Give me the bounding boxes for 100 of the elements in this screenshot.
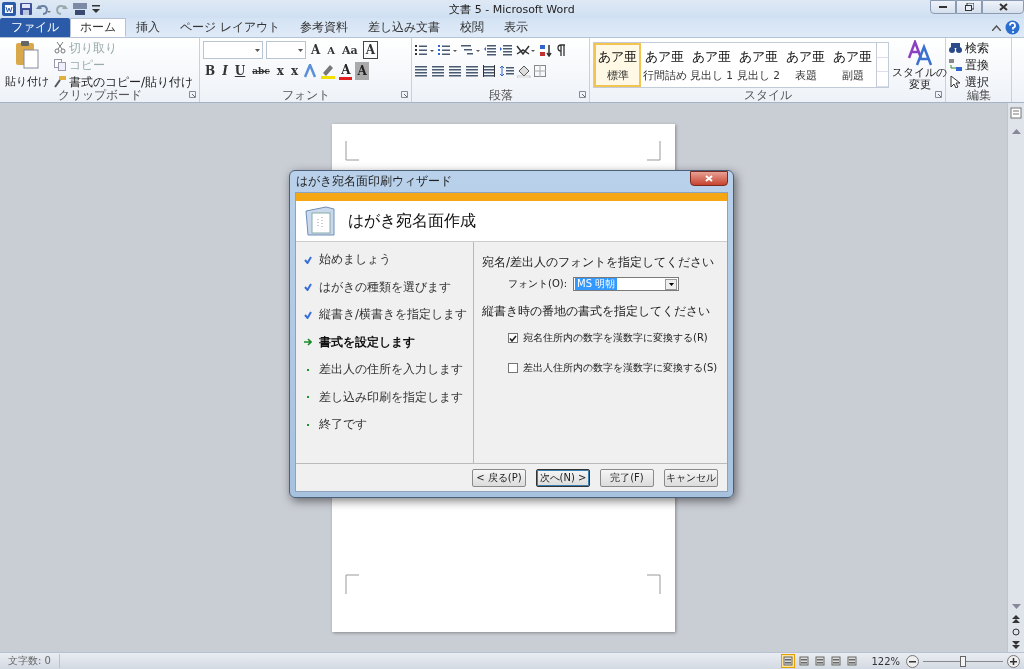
- next-page-icon[interactable]: [1012, 641, 1020, 649]
- ribbon-tab[interactable]: ホーム: [70, 18, 126, 37]
- word-logo-icon[interactable]: [2, 2, 16, 16]
- superscript-button[interactable]: x: [289, 62, 301, 80]
- strikethrough-button[interactable]: abc: [250, 62, 272, 80]
- change-case-button[interactable]: Aa: [340, 41, 360, 59]
- ribbon-tab[interactable]: 挿入: [126, 18, 170, 37]
- slider-thumb[interactable]: [960, 655, 966, 667]
- style-item[interactable]: あア亜 行間詰め: [641, 43, 688, 87]
- wizard-step[interactable]: 書式を設定します: [296, 328, 473, 356]
- view-button[interactable]: [797, 654, 812, 668]
- justify-icon[interactable]: [466, 64, 480, 78]
- group-label: フォント: [281, 88, 330, 102]
- format-painter-button[interactable]: 書式のコピー/貼り付け: [54, 74, 194, 90]
- restore-button[interactable]: [956, 0, 982, 14]
- view-button[interactable]: [845, 654, 860, 668]
- view-button[interactable]: [813, 654, 828, 668]
- collapse-ribbon-icon[interactable]: [992, 24, 1001, 31]
- font-name-field[interactable]: [203, 41, 263, 59]
- wizard-step[interactable]: 終了です: [296, 411, 473, 439]
- zoom-level[interactable]: 122%: [871, 655, 900, 667]
- close-button[interactable]: [690, 171, 728, 186]
- scroll-down-icon[interactable]: [1011, 604, 1021, 610]
- close-button[interactable]: [982, 0, 1024, 14]
- word-count[interactable]: 文字数: 0: [0, 654, 60, 668]
- ribbon-tab[interactable]: 表示: [493, 18, 538, 37]
- wizard-step[interactable]: 差し込み印刷を指定します: [296, 383, 473, 411]
- dialog-button[interactable]: < 戻る(P): [472, 468, 526, 487]
- center-icon[interactable]: [432, 64, 446, 78]
- previous-page-icon[interactable]: [1012, 615, 1020, 623]
- minimize-button[interactable]: [930, 0, 956, 14]
- ribbon-tab[interactable]: 差し込み文書: [357, 18, 450, 37]
- numbering-icon[interactable]: [438, 43, 458, 57]
- view-button[interactable]: [829, 654, 844, 668]
- dialog-button[interactable]: キャンセル: [664, 468, 718, 487]
- highlight-icon[interactable]: [320, 63, 337, 79]
- help-icon[interactable]: [1005, 20, 1020, 35]
- wizard-step[interactable]: 縦書き/横書きを指定します: [296, 301, 473, 329]
- style-item[interactable]: あア亜 表題: [782, 43, 829, 87]
- line-spacing-icon[interactable]: [500, 64, 514, 78]
- multilevel-list-icon[interactable]: [461, 43, 481, 57]
- checkbox-option[interactable]: 宛名住所内の数字を漢数字に変換する(R): [508, 331, 727, 345]
- style-item[interactable]: あア亜 見出し 1: [688, 43, 735, 87]
- zoom-out-button[interactable]: [906, 654, 919, 668]
- increase-indent-icon[interactable]: [500, 43, 513, 57]
- bold-button[interactable]: B: [203, 62, 218, 80]
- font-color-button[interactable]: A: [339, 62, 353, 80]
- gallery-scrollbar[interactable]: [876, 43, 888, 87]
- change-styles-button[interactable]: スタイルの 変更: [892, 40, 947, 88]
- character-border-button[interactable]: A: [362, 41, 379, 59]
- dialog-button[interactable]: 次へ(N) >: [536, 468, 590, 487]
- align-right-icon[interactable]: [449, 64, 463, 78]
- find-button[interactable]: 検索: [949, 40, 989, 56]
- shrink-font-button[interactable]: A: [325, 41, 338, 59]
- scroll-up-icon[interactable]: [1011, 128, 1021, 134]
- text-effects-icon[interactable]: [303, 64, 318, 78]
- customize-icon[interactable]: [92, 4, 100, 14]
- bullets-icon[interactable]: [415, 43, 435, 57]
- underline-button[interactable]: U: [232, 62, 248, 80]
- align-left-icon[interactable]: [415, 64, 429, 78]
- wizard-step[interactable]: 差出人の住所を入力します: [296, 356, 473, 384]
- sort-icon[interactable]: [539, 43, 552, 57]
- italic-button[interactable]: I: [220, 62, 230, 80]
- asian-layout-icon[interactable]: [516, 43, 536, 57]
- borders-icon[interactable]: [534, 64, 548, 78]
- style-item[interactable]: あア亜 見出し 2: [735, 43, 782, 87]
- character-shading-button[interactable]: A: [355, 62, 369, 80]
- dialog-launcher-icon[interactable]: [401, 91, 408, 98]
- font-size-field[interactable]: [266, 41, 306, 59]
- replace-button[interactable]: 置換: [949, 57, 989, 73]
- ribbon-tab[interactable]: ページ レイアウト: [170, 18, 290, 37]
- grow-font-button[interactable]: A: [309, 41, 323, 59]
- ribbon-tab[interactable]: 校閲: [449, 18, 494, 37]
- undo-icon[interactable]: [36, 3, 52, 15]
- vertical-scrollbar[interactable]: [1007, 103, 1024, 652]
- shading-icon[interactable]: [517, 64, 531, 78]
- file-tab[interactable]: ファイル: [0, 18, 70, 37]
- wizard-step[interactable]: はがきの種類を選びます: [296, 273, 473, 301]
- select-button[interactable]: 選択: [949, 74, 989, 90]
- checkbox[interactable]: [508, 333, 518, 343]
- browse-object-icon[interactable]: [1012, 628, 1020, 636]
- paste-button[interactable]: 貼り付け: [3, 40, 51, 88]
- checkbox-option[interactable]: 差出人住所内の数字を漢数字に変換する(S): [508, 361, 727, 375]
- show-formatting-icon[interactable]: [555, 43, 568, 57]
- dialog-button[interactable]: 完了(F): [600, 468, 654, 487]
- decrease-indent-icon[interactable]: [484, 43, 497, 57]
- dialog-launcher-icon[interactable]: [189, 91, 196, 98]
- ribbon-tab[interactable]: 参考資料: [289, 18, 358, 37]
- dialog-launcher-icon[interactable]: [935, 91, 942, 98]
- style-item[interactable]: あア亜 副題: [829, 43, 876, 87]
- subscript-button[interactable]: x: [274, 62, 286, 80]
- zoom-in-button[interactable]: [1007, 654, 1020, 668]
- style-item[interactable]: あア亜 標準: [594, 43, 641, 87]
- view-button[interactable]: [781, 654, 796, 668]
- checkbox[interactable]: [508, 363, 518, 373]
- wizard-step[interactable]: 始めましょう: [296, 246, 473, 274]
- dialog-launcher-icon[interactable]: [579, 91, 586, 98]
- distributed-icon[interactable]: [483, 64, 497, 78]
- ruler-toggle-icon[interactable]: [1010, 106, 1022, 120]
- save-icon[interactable]: [20, 3, 32, 15]
